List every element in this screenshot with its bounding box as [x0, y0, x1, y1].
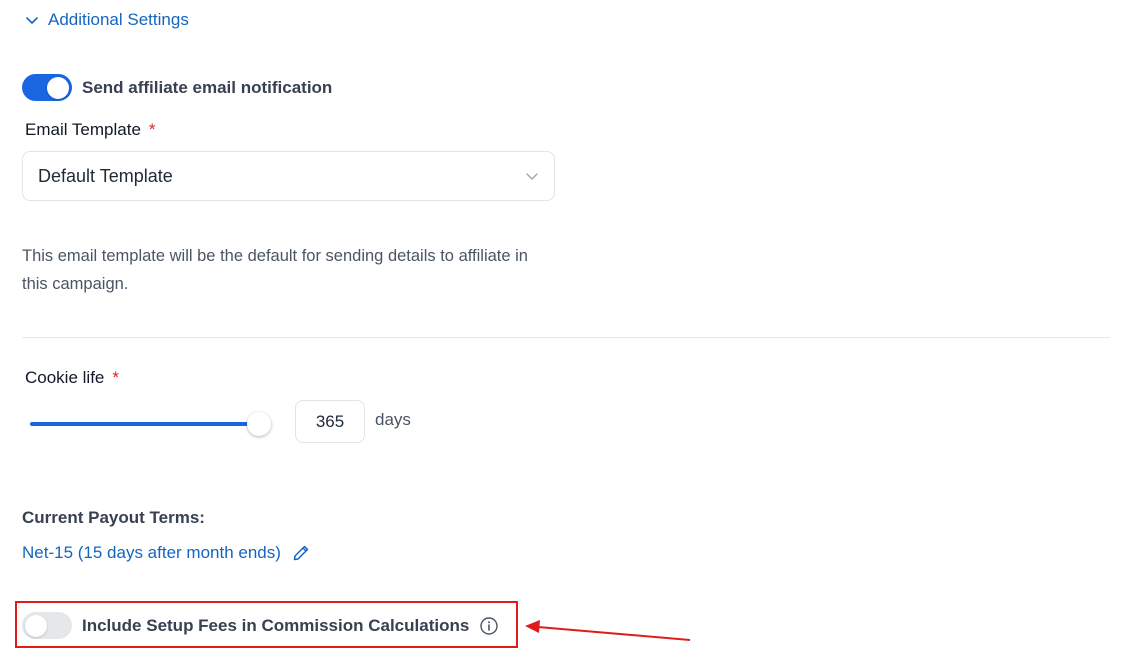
cookie-life-label: Cookie life * [25, 368, 119, 388]
required-mark: * [148, 120, 156, 139]
payout-terms-link[interactable]: Net-15 (15 days after month ends) [22, 543, 311, 563]
slider-thumb[interactable] [247, 412, 271, 436]
switch-knob [47, 76, 69, 99]
email-notification-label: Send affiliate email notification [82, 77, 333, 97]
email-template-help: This email template will be the default … [22, 247, 528, 293]
cookie-life-unit: days [375, 410, 411, 429]
cookie-life-input[interactable] [295, 400, 365, 443]
arrow-annotation [525, 620, 691, 641]
email-template-select[interactable]: Default Template [22, 151, 555, 201]
email-notification-row: Send affiliate email notification [22, 74, 332, 101]
cookie-life-label-text: Cookie life [25, 368, 105, 387]
chevron-down-icon [26, 17, 38, 24]
annotation-highlight-box [15, 601, 518, 648]
email-template-label: Email Template * [25, 120, 156, 140]
section-title: Additional Settings [48, 10, 189, 29]
required-mark: * [112, 368, 119, 387]
slider-track [30, 422, 258, 426]
email-template-selected: Default Template [38, 165, 173, 186]
cookie-life-slider[interactable] [30, 412, 271, 436]
additional-settings-toggle[interactable]: Additional Settings [24, 10, 189, 30]
settings-page: Additional Settings Send affiliate email… [0, 0, 1131, 672]
email-notification-switch[interactable] [22, 74, 72, 101]
payout-terms-value: Net-15 (15 days after month ends) [22, 543, 281, 562]
chevron-down-icon [526, 173, 538, 180]
pencil-icon[interactable] [291, 543, 311, 563]
payout-terms-label: Current Payout Terms: [22, 508, 205, 527]
divider [22, 337, 1110, 338]
email-template-label-text: Email Template [25, 120, 141, 139]
